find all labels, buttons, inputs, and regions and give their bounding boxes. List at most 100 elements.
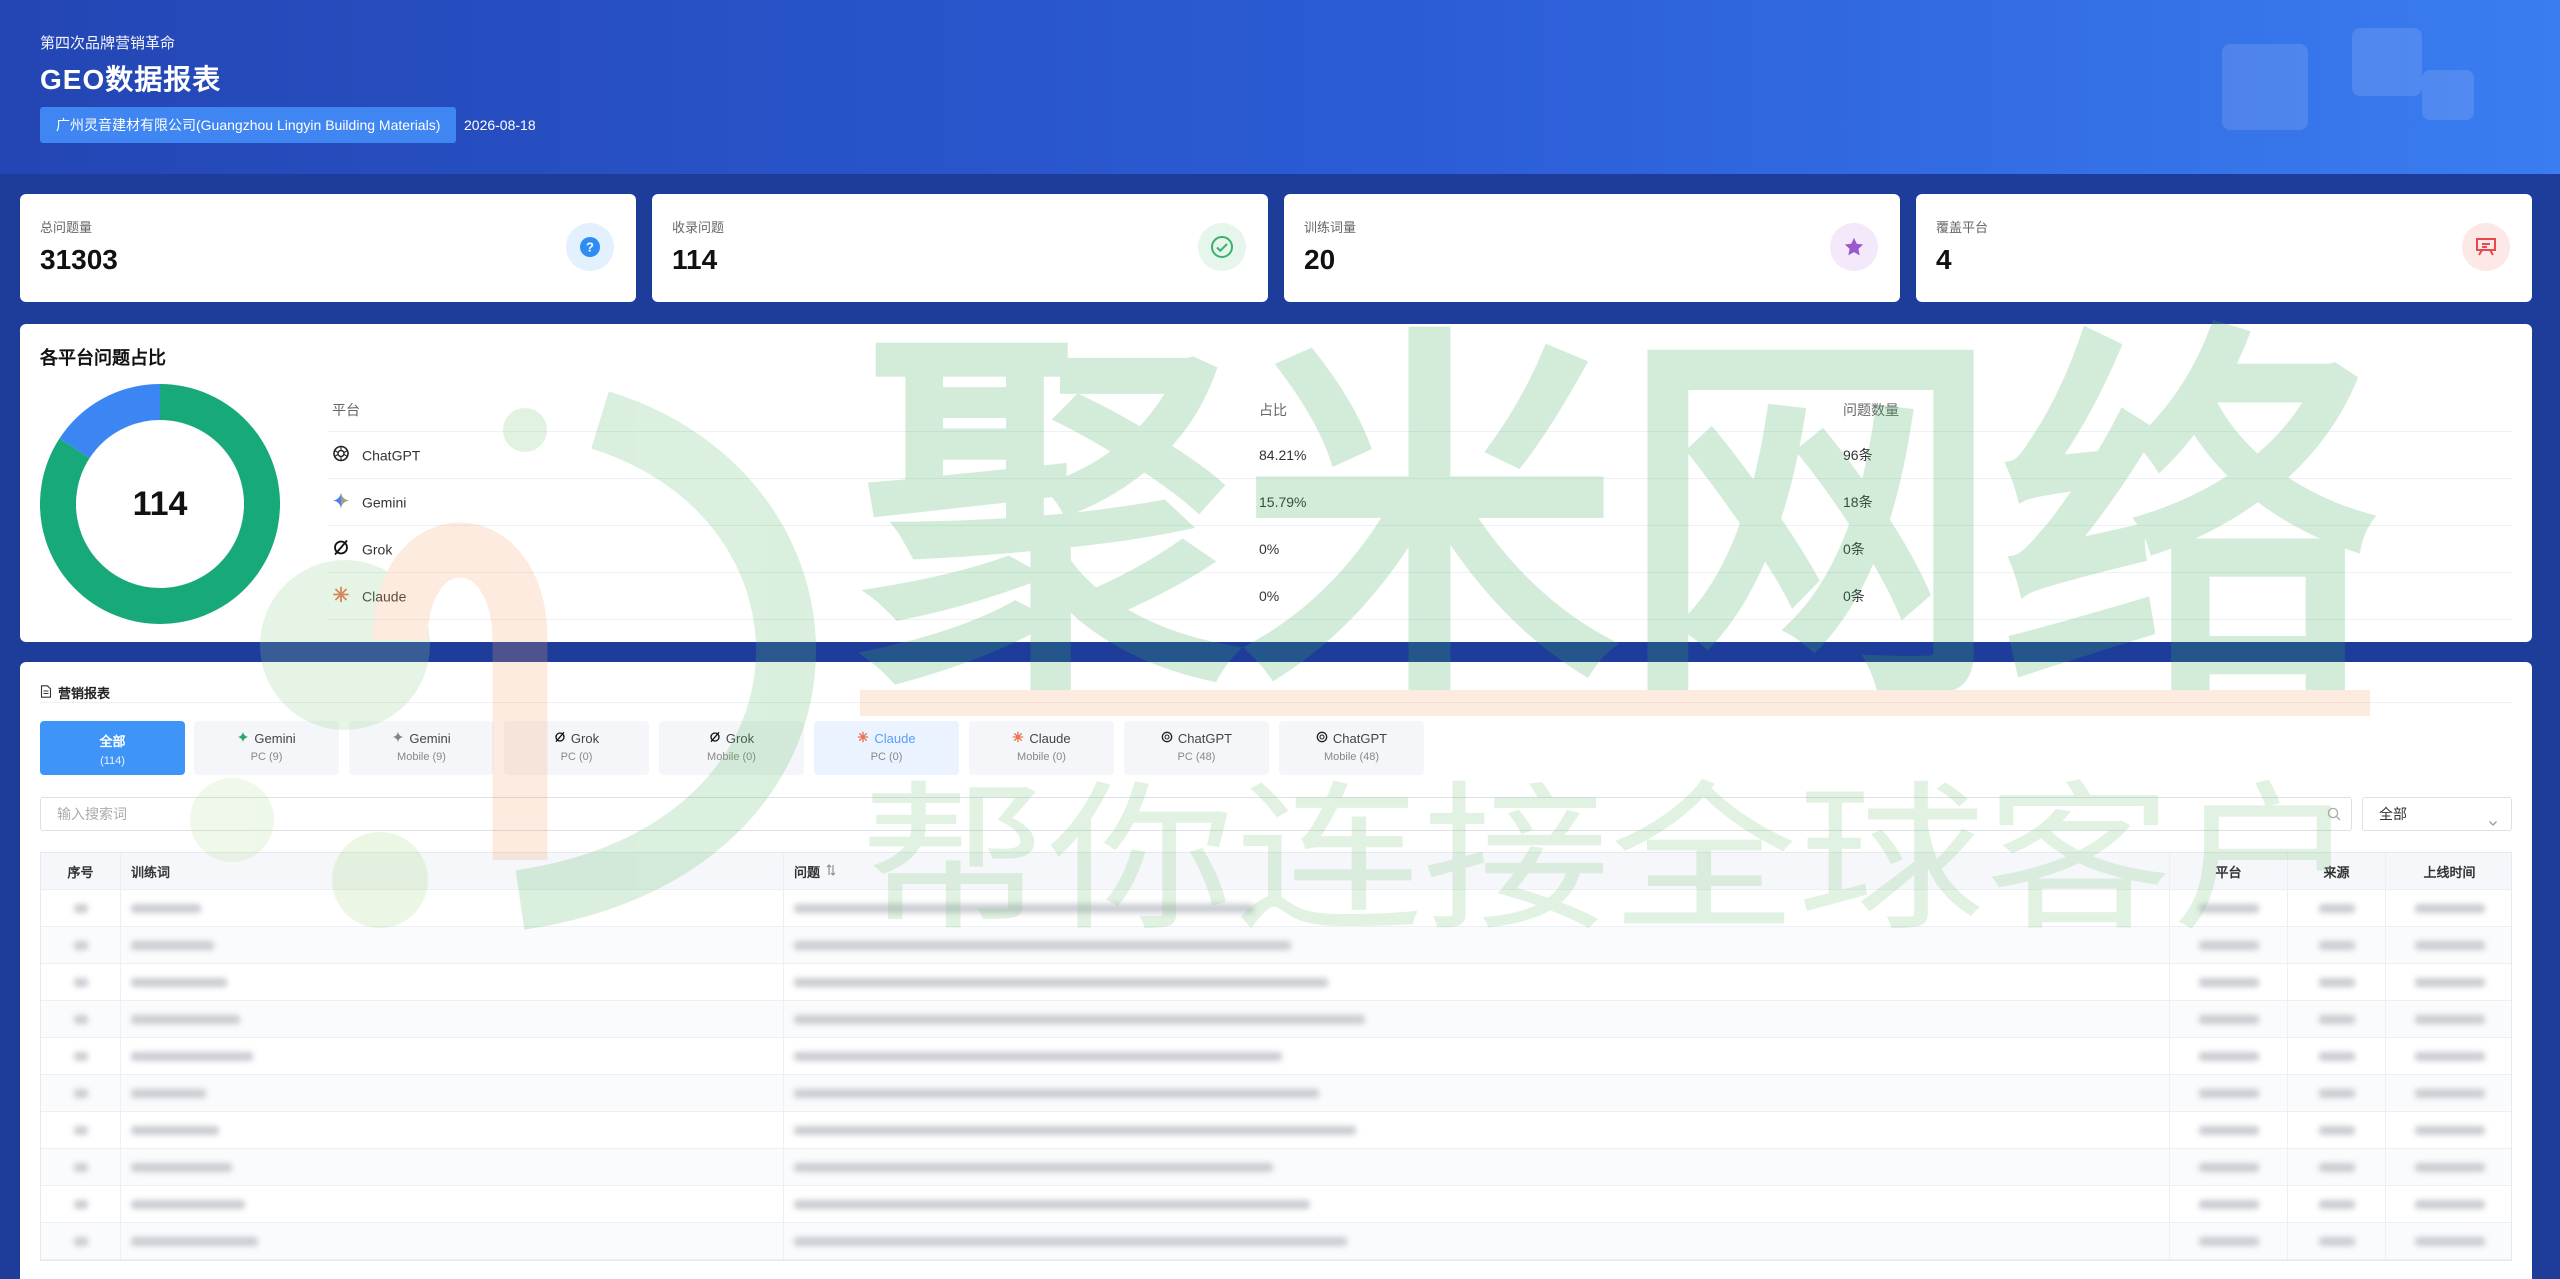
page-title: GEO数据报表 [40, 64, 222, 95]
blurred-text [2198, 1236, 2259, 1246]
blurred-text [73, 1199, 88, 1209]
tab-claude-mobile[interactable]: Claude Mobile (0) [969, 721, 1114, 775]
gemini-icon [237, 731, 249, 746]
table-row[interactable] [41, 890, 2511, 927]
report-date: 2026-08-18 [464, 117, 536, 133]
blurred-text [794, 903, 1254, 913]
report-title: 营销报表 [40, 683, 110, 702]
blurred-text [2318, 940, 2355, 950]
check-icon [1198, 223, 1246, 271]
platform-row-chatgpt[interactable]: ChatGPT 84.21% 96条 [328, 432, 2512, 479]
blurred-text [73, 977, 88, 987]
blurred-text [794, 1125, 1356, 1135]
col-question[interactable]: 问题 [784, 853, 2170, 889]
table-row[interactable] [41, 1186, 2511, 1223]
tab-grok-mobile[interactable]: Grok Mobile (0) [659, 721, 804, 775]
donut-chart: 114 [40, 384, 280, 624]
chatgpt-icon [332, 445, 350, 466]
search-box [40, 797, 2352, 831]
blurred-text [2318, 1236, 2355, 1246]
table-row[interactable] [41, 1112, 2511, 1149]
blurred-text [2318, 1199, 2355, 1209]
blurred-text [794, 1199, 1310, 1209]
table-row[interactable] [41, 964, 2511, 1001]
tab-all[interactable]: 全部 (114) [40, 721, 185, 775]
blurred-text [2318, 977, 2355, 987]
blurred-text [73, 903, 88, 913]
stat-card-total: 总问题量 31303 ? [20, 194, 636, 302]
platform-name: Claude [362, 588, 407, 604]
blurred-text [131, 1162, 232, 1172]
table-row[interactable] [41, 1075, 2511, 1112]
table-row[interactable] [41, 1223, 2511, 1260]
chatgpt-icon [1316, 731, 1328, 746]
stat-label: 总问题量 [40, 220, 93, 235]
table-row[interactable] [41, 927, 2511, 964]
blurred-text [794, 1162, 1273, 1172]
blurred-text [2198, 1051, 2259, 1061]
blurred-text [73, 1051, 88, 1061]
tab-grok-pc[interactable]: Grok PC (0) [504, 721, 649, 775]
blurred-text [2414, 1236, 2485, 1246]
blurred-text [2198, 1125, 2259, 1135]
gemini-icon [332, 492, 350, 513]
table-row[interactable] [41, 1001, 2511, 1038]
stat-value: 114 [672, 244, 718, 275]
tab-chatgpt-pc[interactable]: ChatGPT PC (48) [1124, 721, 1269, 775]
blurred-text [131, 1199, 245, 1209]
sort-icon[interactable] [826, 863, 836, 879]
header-kicker: 第四次品牌营销革命 [40, 35, 176, 52]
platform-name: Gemini [362, 494, 407, 510]
filter-value: 全部 [2379, 806, 2407, 822]
star-icon [1830, 223, 1878, 271]
blurred-text [2414, 1088, 2485, 1098]
blurred-text [2318, 1051, 2355, 1061]
search-icon[interactable] [2327, 807, 2341, 826]
stat-card-platforms: 覆盖平台 4 [1916, 194, 2532, 302]
tabs-divider [40, 702, 2512, 703]
platform-count: 0条 [1843, 588, 1865, 604]
blurred-text [131, 1236, 258, 1246]
platform-share: 15.79% [1259, 494, 1307, 510]
table-row[interactable] [41, 1149, 2511, 1186]
blurred-text [2318, 1014, 2355, 1024]
blurred-text [2414, 1199, 2485, 1209]
tab-gemini-pc[interactable]: Gemini PC (9) [194, 721, 339, 775]
blurred-text [73, 1014, 88, 1024]
question-icon: ? [566, 223, 614, 271]
blurred-text [73, 1236, 88, 1246]
platform-row-claude[interactable]: Claude 0% 0条 [328, 573, 2512, 620]
tab-gemini-mobile[interactable]: Gemini Mobile (9) [349, 721, 494, 775]
table-header: 序号 训练词 问题 平台 来源 上线时间 [41, 853, 2511, 890]
blurred-text [2414, 1162, 2485, 1172]
platform-share: 0% [1259, 541, 1280, 557]
blurred-text [794, 940, 1291, 950]
tab-chatgpt-mobile[interactable]: ChatGPT Mobile (48) [1279, 721, 1424, 775]
col-share: 占比 [1259, 401, 1287, 418]
tab-claude-pc[interactable]: Claude PC (0) [814, 721, 959, 775]
blurred-text [794, 1051, 1282, 1061]
blurred-text [131, 1125, 219, 1135]
blurred-text [2318, 1125, 2355, 1135]
stat-value: 4 [1936, 244, 1952, 275]
blurred-text [131, 940, 214, 950]
platform-table: 平台 占比 问题数量 ChatGPT 84.21% 96条 Gemini 15.… [328, 388, 2512, 620]
col-index: 序号 [41, 853, 121, 889]
platform-filter-select[interactable]: 全部 [2362, 797, 2512, 831]
blurred-text [73, 940, 88, 950]
platform-row-gemini[interactable]: Gemini 15.79% 18条 [328, 479, 2512, 526]
platform-row-grok[interactable]: Grok 0% 0条 [328, 526, 2512, 573]
gemini-icon [392, 731, 404, 746]
blurred-rows [41, 890, 2511, 1260]
stat-label: 覆盖平台 [1936, 220, 1989, 235]
platform-share: 84.21% [1259, 447, 1307, 463]
blurred-text [2198, 1088, 2259, 1098]
company-badge[interactable]: 广州灵音建材有限公司(Guangzhou Lingyin Building Ma… [40, 107, 457, 143]
decor-square [2222, 44, 2308, 130]
search-input[interactable] [41, 798, 2301, 830]
table-row[interactable] [41, 1038, 2511, 1075]
blurred-text [2414, 940, 2485, 950]
platform-count: 96条 [1843, 447, 1873, 463]
blurred-text [2198, 1014, 2259, 1024]
document-icon [40, 684, 52, 701]
